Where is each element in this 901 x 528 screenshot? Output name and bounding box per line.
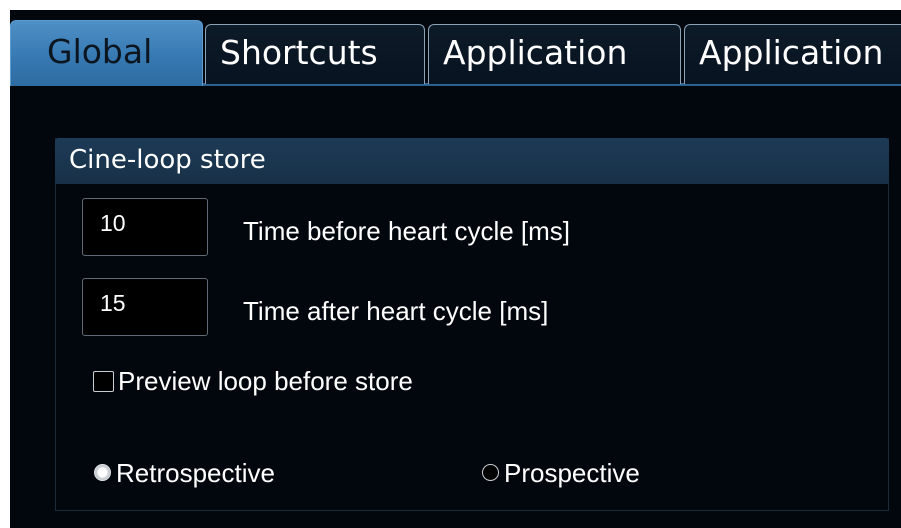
retrospective-label[interactable]: Retrospective (116, 457, 275, 489)
time-after-input[interactable]: 15 (82, 278, 208, 336)
time-after-label: Time after heart cycle [ms] (243, 296, 549, 326)
time-before-label: Time before heart cycle [ms] (243, 216, 571, 246)
time-before-input[interactable]: 10 (82, 198, 208, 256)
tab-application-2[interactable]: Application (684, 24, 901, 84)
retrospective-radio[interactable] (94, 464, 111, 481)
group-title: Cine-loop store (69, 145, 266, 175)
prospective-radio[interactable] (482, 464, 499, 481)
preview-loop-label[interactable]: Preview loop before store (118, 365, 413, 397)
cine-loop-group-header: Cine-loop store (55, 138, 889, 184)
tab-application[interactable]: Application (428, 24, 681, 84)
prospective-label[interactable]: Prospective (504, 457, 640, 489)
tab-bar: Global Shortcuts Application Application (10, 10, 901, 86)
settings-panel: Global Shortcuts Application Application… (10, 10, 901, 528)
preview-loop-checkbox[interactable] (93, 371, 114, 392)
tab-shortcuts[interactable]: Shortcuts (205, 24, 425, 84)
tab-global[interactable]: Global (10, 20, 203, 86)
